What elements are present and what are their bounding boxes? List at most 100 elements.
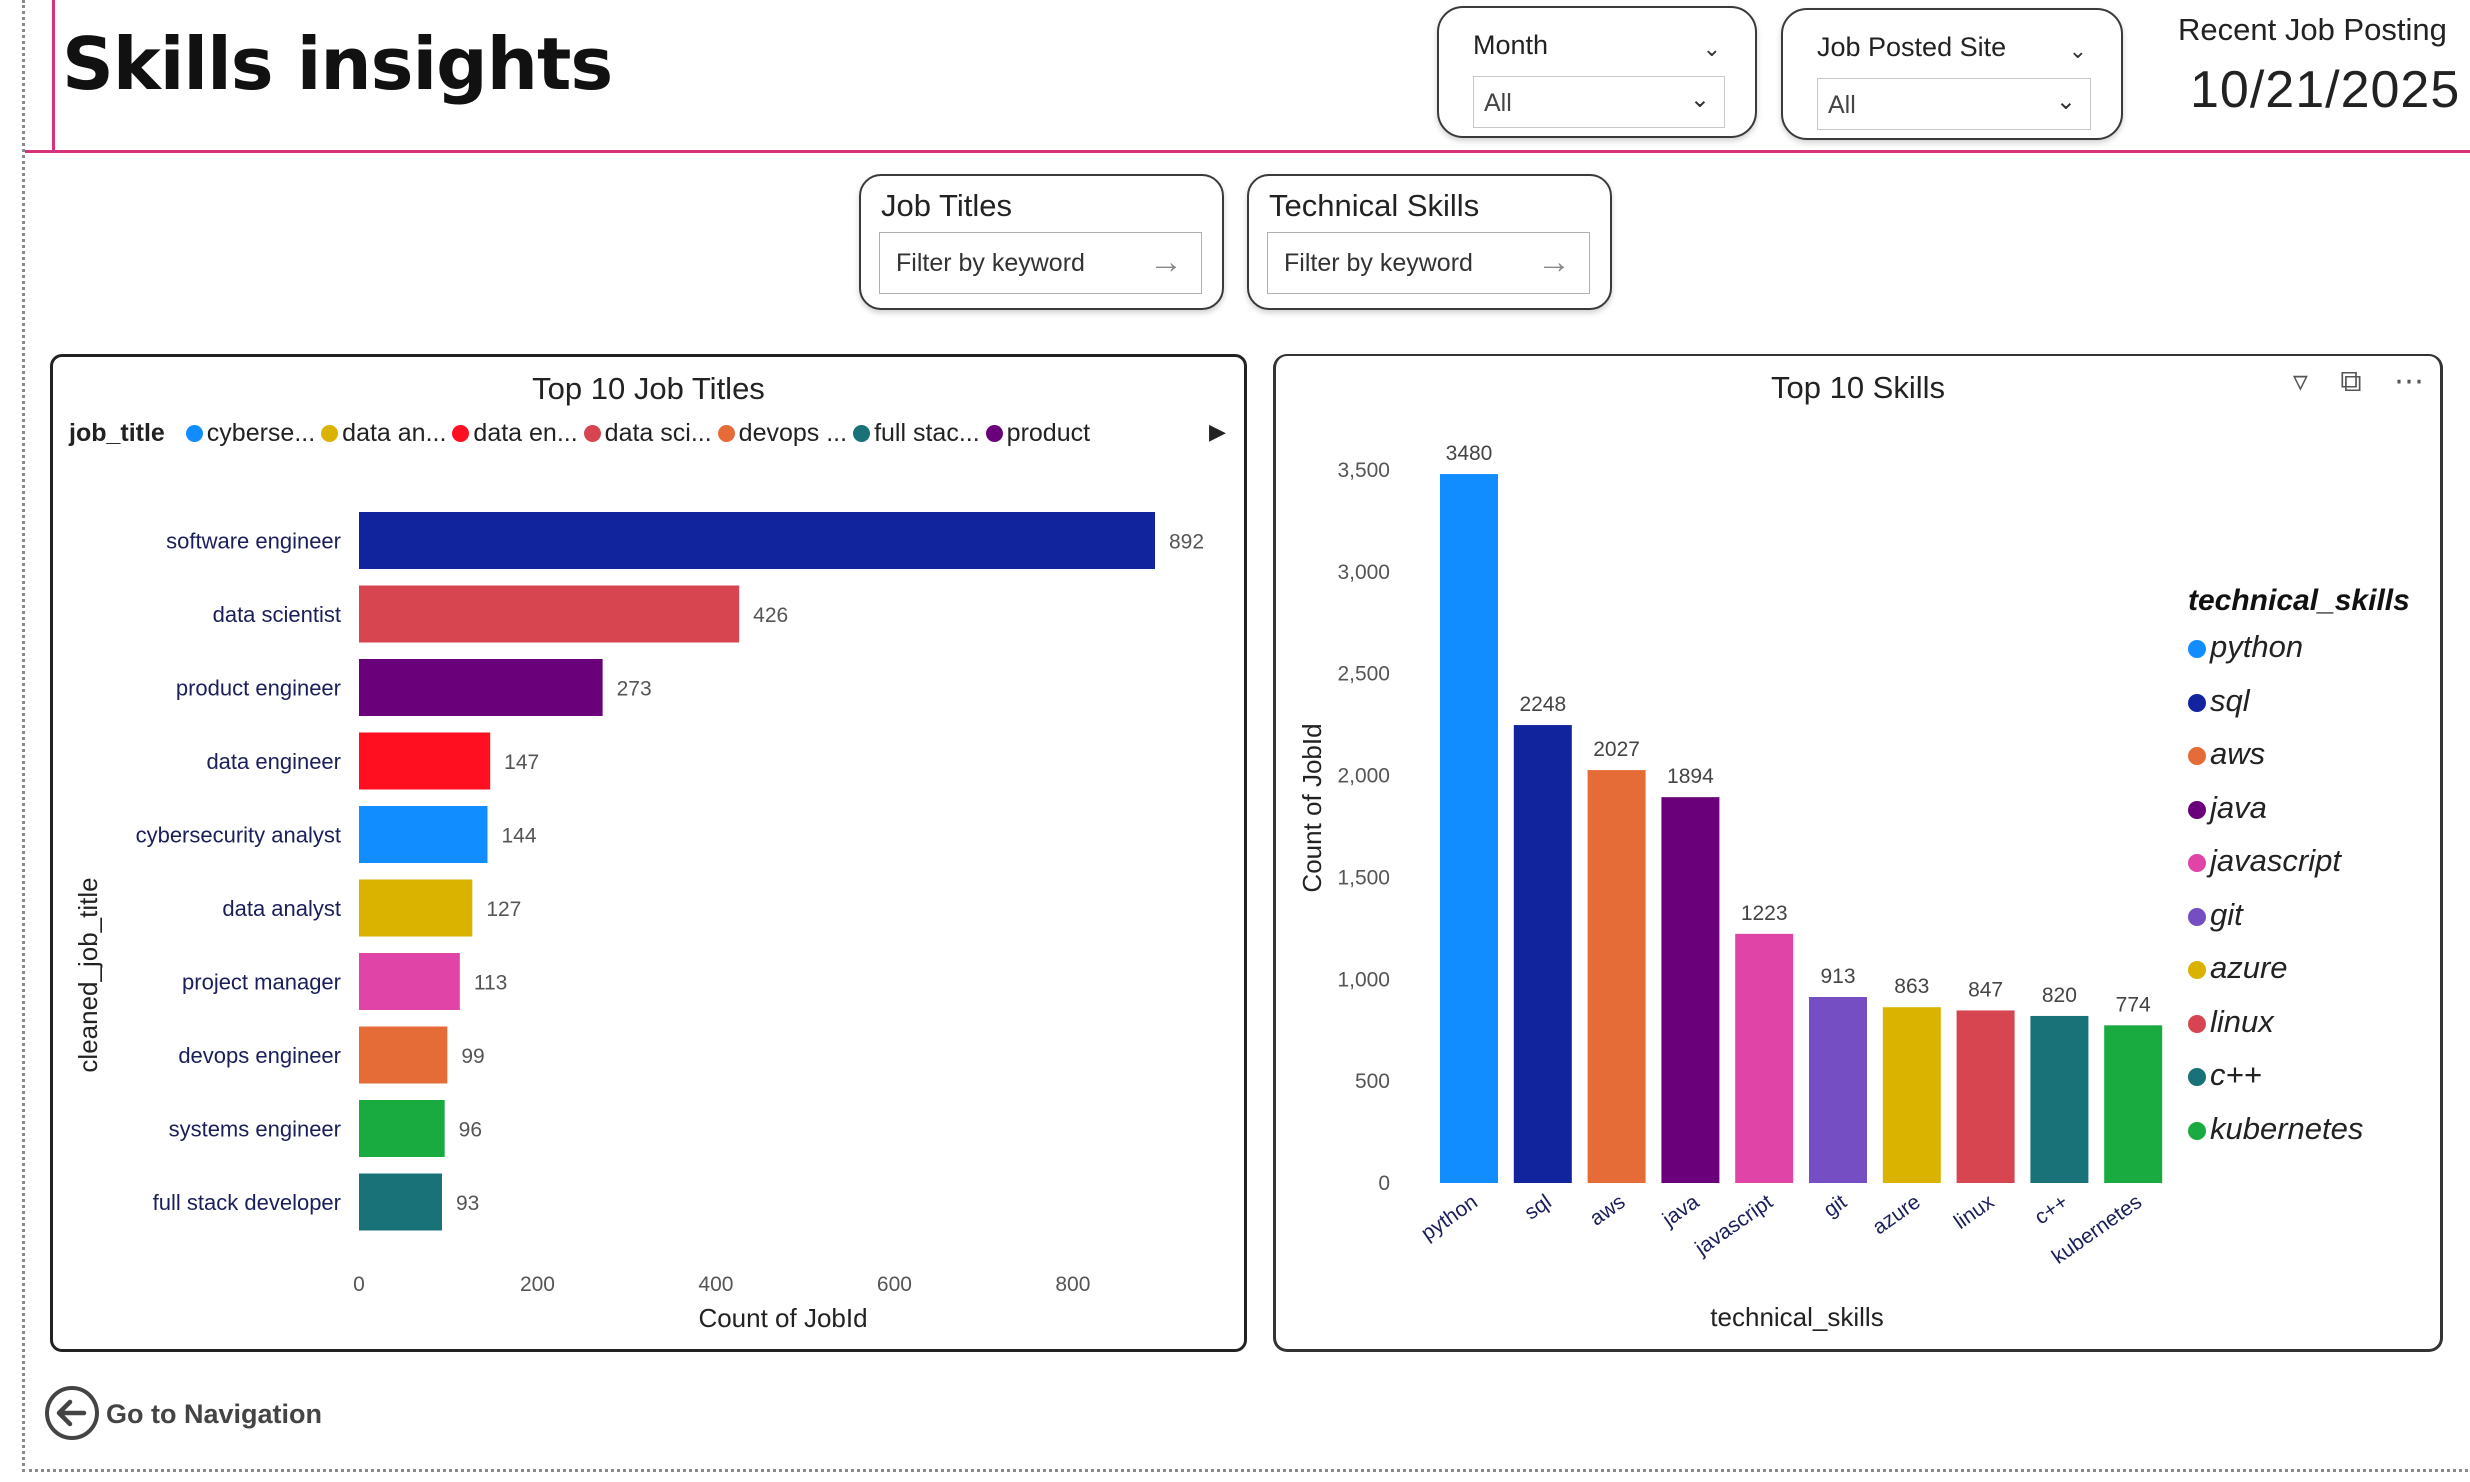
- bar[interactable]: [359, 512, 1155, 569]
- arrow-right-icon[interactable]: →: [1537, 243, 1571, 282]
- data-label: 273: [617, 678, 652, 701]
- legend-item[interactable]: javascript: [2188, 844, 2410, 898]
- technical-skills-filter: Technical Skills Filter by keyword →: [1247, 174, 1612, 310]
- x-tick-label: aws: [1586, 1190, 1630, 1230]
- x-tick-label: c++: [2030, 1190, 2072, 1229]
- legend-item[interactable]: azure: [2188, 951, 2410, 1005]
- data-label: 426: [753, 604, 788, 627]
- job-titles-filter-label: Job Titles: [881, 188, 1012, 223]
- bar[interactable]: [359, 953, 460, 1010]
- site-dropdown[interactable]: All ⌄: [1817, 78, 2091, 130]
- legend-dot: [2188, 1121, 2206, 1140]
- x-tick-label: javascript: [1690, 1190, 1777, 1260]
- bar[interactable]: [359, 1100, 445, 1157]
- bar[interactable]: [1587, 770, 1646, 1183]
- data-label: 863: [1894, 975, 1929, 998]
- legend-label: javascript: [2210, 843, 2341, 878]
- data-label: 1223: [1741, 902, 1788, 925]
- y-tick-label: data scientist: [213, 602, 341, 627]
- job-titles-chart-panel[interactable]: Top 10 Job Titles job_title cyberse... da…: [50, 354, 1247, 1352]
- y-tick-label: 500: [1355, 1070, 1390, 1093]
- data-label: 127: [486, 898, 521, 921]
- x-tick-label: 200: [520, 1273, 555, 1296]
- bar[interactable]: [2104, 1025, 2163, 1183]
- legend-label: git: [2210, 896, 2243, 932]
- legend-dot: [2188, 1068, 2206, 1086]
- legend-dot: [2188, 800, 2206, 819]
- job-titles-bar-chart: software engineer 892 data scientist 426 pro…: [73, 512, 1204, 1333]
- legend-dot: [2188, 854, 2206, 872]
- y-tick-label: full stack developer: [153, 1190, 341, 1215]
- bar[interactable]: [359, 1026, 448, 1084]
- legend-label: c++: [2210, 1057, 2262, 1092]
- x-tick-label: 0: [353, 1273, 365, 1296]
- y-tick-label: 1,000: [1337, 968, 1390, 991]
- y-tick-label: 1,500: [1337, 866, 1390, 889]
- bar[interactable]: [1513, 725, 1572, 1183]
- job-titles-search-placeholder: Filter by keyword: [896, 249, 1085, 277]
- data-label: 96: [459, 1119, 482, 1142]
- legend-item[interactable]: linux: [2188, 1003, 2410, 1059]
- legend-item[interactable]: sql: [2188, 683, 2410, 738]
- data-label: 2027: [1593, 738, 1640, 761]
- chevron-down-icon[interactable]: ⌄: [1690, 85, 1710, 114]
- bar[interactable]: [1882, 1007, 1941, 1183]
- legend-dot: [2188, 1014, 2206, 1033]
- legend-item[interactable]: aws: [2188, 737, 2410, 791]
- bar[interactable]: [359, 732, 491, 790]
- legend-item[interactable]: c++: [2188, 1058, 2410, 1112]
- skills-legend-title: technical_skills: [2188, 584, 2410, 617]
- legend-label: linux: [2210, 1003, 2274, 1039]
- job-titles-search-input[interactable]: Filter by keyword →: [879, 232, 1202, 294]
- bar[interactable]: [1809, 997, 1867, 1183]
- y-tick-label: systems engineer: [169, 1117, 341, 1142]
- skills-chart-panel[interactable]: Top 10 Skills ▿ ⧉ ⋯ 0 500 1,000 1,500 2,000 2…: [1273, 354, 2443, 1352]
- legend-dot: [2188, 907, 2206, 926]
- y-tick-label: cybersecurity analyst: [136, 823, 341, 848]
- y-tick-label: 2,500: [1337, 663, 1390, 686]
- legend-item[interactable]: kubernetes: [2188, 1111, 2410, 1166]
- bar[interactable]: [1440, 474, 1498, 1183]
- legend-item[interactable]: python: [2188, 630, 2410, 684]
- bar[interactable]: [359, 585, 740, 643]
- bar[interactable]: [359, 1173, 442, 1231]
- x-tick-label: python: [1417, 1190, 1482, 1245]
- go-to-navigation-label: Go to Navigation: [106, 1399, 322, 1429]
- y-tick-label: 0: [1378, 1172, 1390, 1195]
- data-label: 892: [1169, 531, 1204, 554]
- y-tick-label: 3,500: [1337, 459, 1390, 482]
- month-dropdown[interactable]: All ⌄: [1473, 76, 1725, 128]
- bar[interactable]: [2030, 1015, 2089, 1183]
- data-label: 113: [474, 972, 507, 995]
- y-axis-label: Count of JobId: [1297, 723, 1327, 892]
- month-slicer[interactable]: Month ⌄ All ⌄: [1437, 6, 1757, 138]
- technical-skills-filter-label: Technical Skills: [1269, 188, 1480, 223]
- chevron-down-icon[interactable]: ⌄: [2056, 87, 2076, 116]
- bar[interactable]: [359, 879, 473, 937]
- chevron-down-icon[interactable]: ⌄: [1703, 36, 1721, 62]
- chevron-down-icon[interactable]: ⌄: [2069, 38, 2087, 64]
- page-title: Skills insights: [62, 22, 613, 106]
- arrow-right-icon[interactable]: →: [1149, 243, 1183, 282]
- legend-item[interactable]: git: [2188, 896, 2410, 952]
- skills-search-input[interactable]: Filter by keyword →: [1267, 232, 1590, 294]
- data-label: 99: [461, 1045, 484, 1068]
- month-selected-value: All: [1484, 89, 1512, 117]
- data-label: 93: [456, 1192, 479, 1215]
- x-tick-label: 400: [698, 1273, 733, 1296]
- bar[interactable]: [1735, 933, 1794, 1183]
- data-label: 2248: [1519, 693, 1566, 716]
- bar[interactable]: [1956, 1010, 2015, 1183]
- y-tick-label: project manager: [182, 970, 341, 995]
- job-posted-site-slicer[interactable]: Job Posted Site ⌄ All ⌄: [1781, 8, 2123, 140]
- data-label: 847: [1968, 978, 2003, 1001]
- skills-legend[interactable]: technical_skills python sql aws java javascr…: [2188, 584, 2410, 1165]
- legend-label: java: [2210, 789, 2267, 825]
- legend-dot: [2188, 961, 2206, 979]
- bar[interactable]: [1661, 797, 1720, 1183]
- data-label: 3480: [1446, 442, 1493, 465]
- bar[interactable]: [359, 659, 603, 716]
- bar[interactable]: [359, 806, 488, 863]
- legend-item[interactable]: java: [2188, 789, 2410, 845]
- legend-dot: [2188, 747, 2206, 765]
